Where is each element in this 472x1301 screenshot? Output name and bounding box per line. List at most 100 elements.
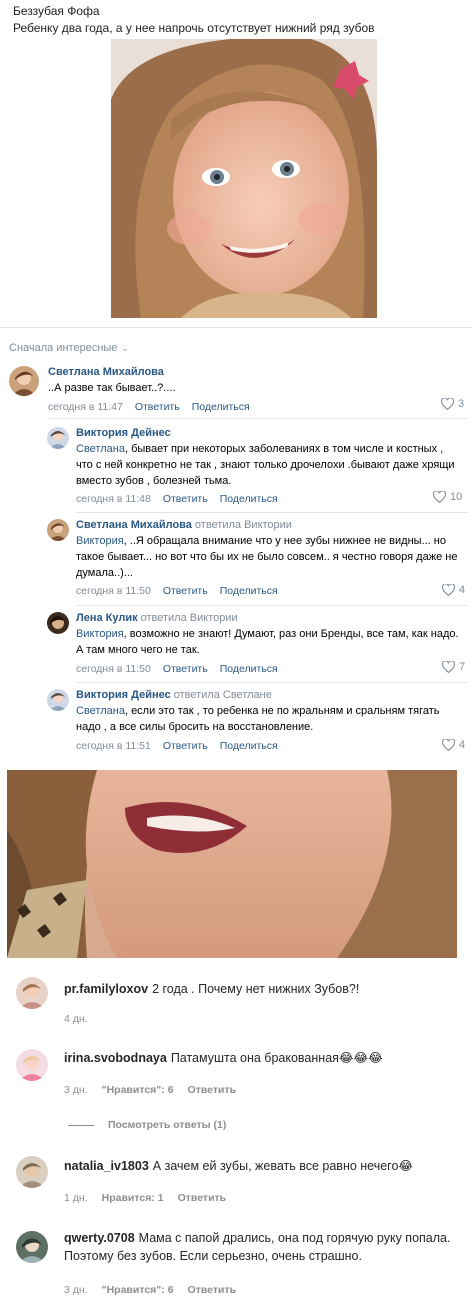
view-replies-button[interactable]: Посмотреть ответы (1) xyxy=(68,1119,226,1131)
ig-comment-text: irina.svobodnaya Патамушта она бракованна… xyxy=(64,1051,383,1065)
avatar[interactable] xyxy=(47,427,69,449)
likes-count[interactable]: "Нравится": 6 xyxy=(102,1084,174,1096)
reply-button[interactable]: Ответить xyxy=(188,1084,237,1096)
ig-comment-text: natalia_iv1803 А зачем ей зубы, жевать вс… xyxy=(64,1159,414,1173)
comment-reply: Виктория Дейнес ответила Светлане Светлан… xyxy=(47,689,469,755)
reply-addressee[interactable]: Светлана xyxy=(76,705,125,717)
share-button[interactable]: Поделиться xyxy=(220,493,278,505)
share-button[interactable]: Поделиться xyxy=(220,663,278,675)
comment-age[interactable]: 1 дн. xyxy=(64,1192,88,1204)
ig-username[interactable]: natalia_iv1803 xyxy=(64,1159,149,1173)
comment-meta: сегодня в 11:50 Ответить Поделиться xyxy=(76,663,290,675)
comment-meta: сегодня в 11:50 Ответить Поделиться xyxy=(76,585,290,597)
comment: Светлана Михайлова ..А разве так бывает.… xyxy=(9,366,469,418)
avatar[interactable] xyxy=(16,1156,48,1188)
avatar[interactable] xyxy=(9,366,39,396)
like-button[interactable]: 3 xyxy=(441,398,464,410)
heart-icon xyxy=(433,491,446,503)
comment-age[interactable]: 4 дн. xyxy=(64,1013,88,1025)
comment-text: Виктория, возможно не знают! Думают, раз… xyxy=(76,628,459,656)
comment-reply: Виктория Дейнес Светлана, бывает при нек… xyxy=(47,427,469,507)
comment-author[interactable]: Светлана Михайлова xyxy=(48,366,164,378)
comment-author[interactable]: Лена Кулик ответила Виктории xyxy=(76,612,238,624)
reply-button[interactable]: Ответить xyxy=(188,1284,237,1296)
comment-text: Светлана, если это так , то ребенка не п… xyxy=(76,705,440,733)
reply-addressee[interactable]: Виктория xyxy=(76,535,124,547)
vk-post: Беззубая Фофа Ребенку два года, а у нее … xyxy=(0,0,472,766)
comment-author[interactable]: Виктория Дейнес ответила Светлане xyxy=(76,689,272,701)
reply-button[interactable]: Ответить xyxy=(163,493,208,505)
heart-icon xyxy=(442,661,455,673)
comment-time[interactable]: сегодня в 11:51 xyxy=(76,740,151,752)
reply-addressee[interactable]: Светлана xyxy=(76,443,125,455)
likes-count[interactable]: "Нравится": 6 xyxy=(102,1284,174,1296)
ig-username[interactable]: qwerty.0708 xyxy=(64,1231,135,1245)
reply-to: ответила Виктории xyxy=(194,519,292,531)
comment-time[interactable]: сегодня в 11:47 xyxy=(48,401,123,413)
comment-age[interactable]: 3 дн. xyxy=(64,1284,88,1296)
post-author[interactable]: Беззубая Фофа xyxy=(13,4,100,18)
ig-username[interactable]: irina.svobodnaya xyxy=(64,1051,167,1065)
ig-comment-meta: 1 дн. Нравится: 1 Ответить xyxy=(64,1192,240,1204)
chevron-down-icon: ⌄ xyxy=(121,342,129,353)
reply-addressee[interactable]: Виктория xyxy=(76,628,124,640)
divider xyxy=(76,512,468,513)
heart-icon xyxy=(441,398,454,410)
reply-button[interactable]: Ответить xyxy=(163,663,208,675)
ig-comment-meta: 4 дн. xyxy=(64,1013,102,1025)
avatar[interactable] xyxy=(47,689,69,711)
sort-label: Сначала интересные xyxy=(9,342,118,354)
heart-icon xyxy=(442,584,455,596)
comment-text: Светлана, бывает при некоторых заболеван… xyxy=(76,443,455,487)
share-button[interactable]: Поделиться xyxy=(192,401,250,413)
like-button[interactable]: 4 xyxy=(442,739,465,751)
like-button[interactable]: 10 xyxy=(433,491,462,503)
like-count: 4 xyxy=(459,739,466,751)
ig-username[interactable]: pr.familyloxov xyxy=(64,982,148,996)
comment-reply: Светлана Михайлова ответила Виктории Викт… xyxy=(47,519,469,599)
reply-button[interactable]: Ответить xyxy=(163,740,208,752)
comment-time[interactable]: сегодня в 11:48 xyxy=(76,493,151,505)
heart-icon xyxy=(442,739,455,751)
reply-to: ответила Виктории xyxy=(140,612,238,624)
avatar[interactable] xyxy=(47,612,69,634)
post-text: Ребенку два года, а у нее напрочь отсутс… xyxy=(13,21,375,35)
replies-line xyxy=(68,1124,94,1126)
reply-to: ответила Светлане xyxy=(173,689,272,701)
comment-age[interactable]: 3 дн. xyxy=(64,1084,88,1096)
ig-comment-text: qwerty.0708 Мама с папой дрались, она под… xyxy=(64,1231,451,1263)
comment-time[interactable]: сегодня в 11:50 xyxy=(76,663,151,675)
like-count: 10 xyxy=(450,491,463,503)
comment-meta: сегодня в 11:48 Ответить Поделиться xyxy=(76,493,290,505)
reply-button[interactable]: Ответить xyxy=(135,401,180,413)
reply-button[interactable]: Ответить xyxy=(163,585,208,597)
divider xyxy=(0,327,472,328)
sort-dropdown[interactable]: Сначала интересные ⌄ xyxy=(9,342,129,354)
divider xyxy=(76,682,468,683)
comment-meta: сегодня в 11:51 Ответить Поделиться xyxy=(76,740,290,752)
divider xyxy=(76,605,468,606)
comment-author[interactable]: Светлана Михайлова ответила Виктории xyxy=(76,519,292,531)
post-photo[interactable] xyxy=(111,39,377,318)
avatar[interactable] xyxy=(47,519,69,541)
likes-count[interactable]: Нравится: 1 xyxy=(102,1192,164,1204)
avatar[interactable] xyxy=(16,1049,48,1081)
avatar[interactable] xyxy=(16,1231,48,1263)
reply-button[interactable]: Ответить xyxy=(178,1192,227,1204)
like-count: 3 xyxy=(458,398,465,410)
comment-time[interactable]: сегодня в 11:50 xyxy=(76,585,151,597)
share-button[interactable]: Поделиться xyxy=(220,585,278,597)
ig-comment-meta: 3 дн. "Нравится": 6 Ответить xyxy=(64,1084,250,1096)
comment-author[interactable]: Виктория Дейнес xyxy=(76,427,171,439)
comment-meta: сегодня в 11:47 Ответить Поделиться xyxy=(48,401,262,413)
avatar[interactable] xyxy=(16,977,48,1009)
view-replies-label: Посмотреть ответы (1) xyxy=(108,1119,227,1131)
like-count: 7 xyxy=(459,661,466,673)
like-count: 4 xyxy=(459,584,466,596)
share-button[interactable]: Поделиться xyxy=(220,740,278,752)
like-button[interactable]: 7 xyxy=(442,661,465,673)
comment-text: Виктория, ..Я обращала внимание что у не… xyxy=(76,535,458,579)
like-button[interactable]: 4 xyxy=(442,584,465,596)
ig-comment-meta: 3 дн. "Нравится": 6 Ответить xyxy=(64,1284,250,1296)
divider xyxy=(48,418,468,419)
